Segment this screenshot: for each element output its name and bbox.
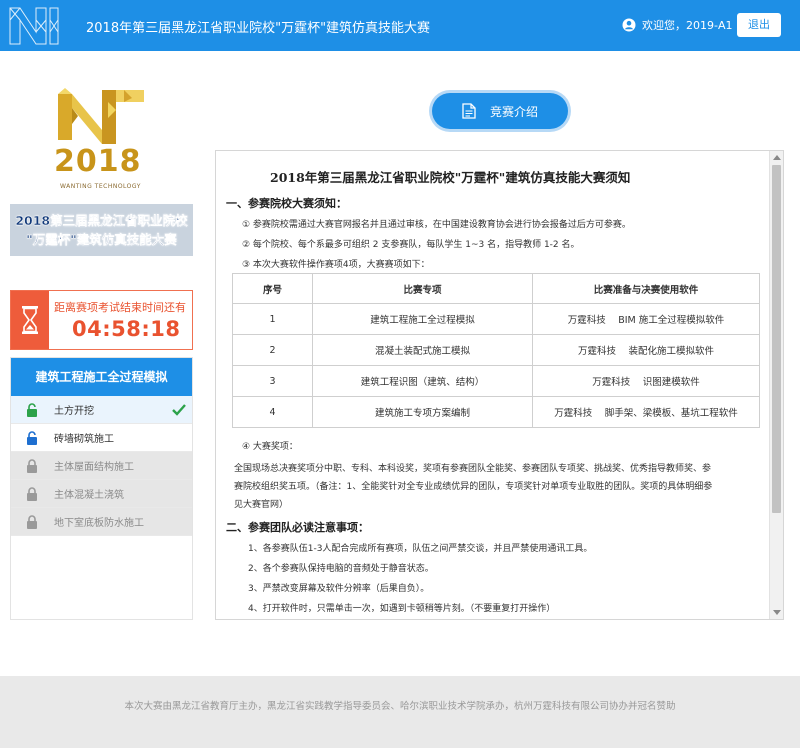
footer-text: 本次大赛由黑龙江省教育厅主办，黑龙江省实践教学指导委员会、哈尔滨职业技术学院承办…: [124, 701, 676, 712]
notice-content-panel[interactable]: 2018年第三届黑龙江省职业院校"万霆杯"建筑仿真技能大赛须知 一、参赛院校大赛…: [215, 150, 784, 620]
table-header-cell: 比赛专项: [312, 273, 533, 304]
table-cell: 4: [232, 396, 313, 428]
logo-icon: [9, 7, 59, 45]
tab-competition-intro[interactable]: 竞赛介绍: [432, 93, 568, 129]
tab-label: 竞赛介绍: [489, 104, 538, 119]
table-cell: 2: [232, 334, 313, 366]
competition-banner: 2018第三届黑龙江省职业院校 "万霆杯"建筑仿真技能大赛: [10, 204, 193, 256]
table-cell: 万霆科技 识图建模软件: [532, 365, 760, 397]
logout-button[interactable]: 退出: [737, 13, 781, 37]
table-row: 2 混凝土装配式施工模拟 万霆科技 装配化施工模拟软件: [232, 334, 760, 366]
scroll-down-arrow-icon[interactable]: [773, 610, 781, 615]
table-cell: 3: [232, 365, 313, 397]
events-table: 序号 比赛专项 比赛准备与决赛使用软件 1 建筑工程施工全过程模拟 万霆科技 B…: [232, 273, 760, 428]
notice-paragraph: ② 每个院校、每个系最多可组织 2 支参赛队，每队学生 1~3 名，指导教师 1…: [242, 240, 580, 250]
table-cell: 混凝土装配式施工模拟: [312, 334, 533, 366]
task-label: 砖墙砌筑施工: [54, 434, 114, 445]
task-item-roof-structure[interactable]: 主体屋面结构施工: [11, 452, 192, 480]
brand-year: 2018: [54, 144, 142, 179]
banner-line-2: "万霆杯"建筑仿真技能大赛: [26, 232, 177, 247]
document-icon: [462, 103, 476, 119]
task-panel: 建筑工程施工全过程模拟 土方开挖 砖墙砌筑施工 主体屋面结构施工 主体混凝土浇筑: [10, 357, 193, 620]
notice-paragraph: 1、各参赛队伍1-3人配合完成所有赛项，队伍之间严禁交谈，并且严禁使用通讯工具。: [248, 544, 593, 554]
check-icon: [172, 404, 186, 416]
timer-value: 04:58:18: [72, 317, 181, 341]
lock-icon: [27, 486, 37, 501]
unlock-icon: [27, 402, 37, 417]
hourglass-icon: [22, 306, 38, 334]
task-item-brick-wall[interactable]: 砖墙砌筑施工: [11, 424, 192, 452]
brand-subtitle: WANTING TECHNOLOGY: [60, 183, 141, 190]
welcome-text: 欢迎您，2019-A1: [642, 19, 733, 32]
table-row: 1 建筑工程施工全过程模拟 万霆科技 BIM 施工全过程模拟软件: [232, 303, 760, 335]
task-item-earthwork[interactable]: 土方开挖: [11, 396, 192, 424]
vertical-scrollbar[interactable]: [769, 151, 783, 619]
notice-title: 2018年第三届黑龙江省职业院校"万霆杯"建筑仿真技能大赛须知: [270, 170, 631, 185]
table-cell: 建筑施工专项方案编制: [312, 396, 533, 428]
table-row: 3 建筑工程识图（建筑、结构） 万霆科技 识图建模软件: [232, 365, 760, 397]
top-header-bar: 2018年第三届黑龙江省职业院校"万霆杯"建筑仿真技能大赛 欢迎您，2019-A…: [0, 0, 800, 51]
task-label: 土方开挖: [54, 406, 94, 417]
notice-paragraph: 2、各个参赛队保持电脑的音频处于静音状态。: [248, 564, 434, 574]
table-header-row: 序号 比赛专项 比赛准备与决赛使用软件: [232, 273, 760, 304]
banner-line-1: 2018第三届黑龙江省职业院校: [15, 213, 188, 228]
notice-paragraph: 3、严禁改变屏幕及软件分辨率（后果自负）。: [248, 584, 430, 594]
table-cell: 建筑工程识图（建筑、结构）: [312, 365, 533, 397]
task-item-basement-waterproofing[interactable]: 地下室底板防水施工: [11, 508, 192, 536]
lock-icon: [27, 514, 37, 529]
notice-paragraph: 4、打开软件时，只需单击一次，如遇到卡顿稍等片刻。（不要重复打开操作）: [248, 604, 556, 614]
hourglass-icon-box: [11, 291, 49, 349]
table-cell: 建筑工程施工全过程模拟: [312, 303, 533, 335]
table-cell: 万霆科技 BIM 施工全过程模拟软件: [532, 303, 760, 335]
table-cell: 1: [232, 303, 313, 335]
notice-paragraph: ① 参赛院校需通过大赛官网报名并且通过审核，在中国建设教育协会进行协会报备过后方…: [242, 220, 631, 230]
scroll-up-arrow-icon[interactable]: [773, 155, 781, 160]
table-cell: 万霆科技 脚手架、梁模板、基坑工程软件: [532, 396, 760, 428]
task-label: 地下室底板防水施工: [54, 518, 144, 529]
section-heading-1: 一、参赛院校大赛须知：: [226, 197, 347, 210]
notice-paragraph: 见大赛官网）: [234, 500, 289, 510]
notice-paragraph: ④ 大赛奖项：: [242, 442, 298, 452]
task-label: 主体屋面结构施工: [54, 462, 134, 473]
table-header-cell: 比赛准备与决赛使用软件: [532, 273, 760, 304]
app-title: 2018年第三届黑龙江省职业院校"万霆杯"建筑仿真技能大赛: [86, 21, 431, 36]
lock-icon: [27, 458, 37, 473]
notice-paragraph: 全国现场总决赛奖项分中职、专科、本科设奖，奖项有参赛团队全能奖、参赛团队专项奖、…: [234, 464, 712, 474]
table-header-cell: 序号: [232, 273, 313, 304]
task-label: 主体混凝土浇筑: [54, 490, 124, 501]
unlock-icon: [27, 430, 37, 445]
notice-paragraph: ③ 本次大赛软件操作赛项4项，大赛赛项如下：: [242, 260, 430, 270]
scroll-thumb[interactable]: [772, 165, 781, 513]
task-panel-title: 建筑工程施工全过程模拟: [11, 358, 192, 396]
page-footer: 本次大赛由黑龙江省教育厅主办，黑龙江省实践教学指导委员会、哈尔滨职业技术学院承办…: [0, 676, 800, 748]
timer-label: 距离赛项考试结束时间还有: [54, 301, 186, 314]
table-cell: 万霆科技 装配化施工模拟软件: [532, 334, 760, 366]
user-icon: [622, 18, 636, 32]
notice-paragraph: 赛院校组织奖五项。（备注：1、全能奖针对全专业成绩优异的团队，专项奖针对单项专业…: [234, 482, 713, 492]
countdown-timer: 距离赛项考试结束时间还有 04:58:18: [10, 290, 193, 350]
section-heading-2: 二、参赛团队必读注意事项：: [226, 521, 369, 534]
table-row: 4 建筑施工专项方案编制 万霆科技 脚手架、梁模板、基坑工程软件: [232, 396, 760, 428]
user-info: 欢迎您，2019-A1: [622, 17, 733, 33]
task-item-concrete-pour[interactable]: 主体混凝土浇筑: [11, 480, 192, 508]
